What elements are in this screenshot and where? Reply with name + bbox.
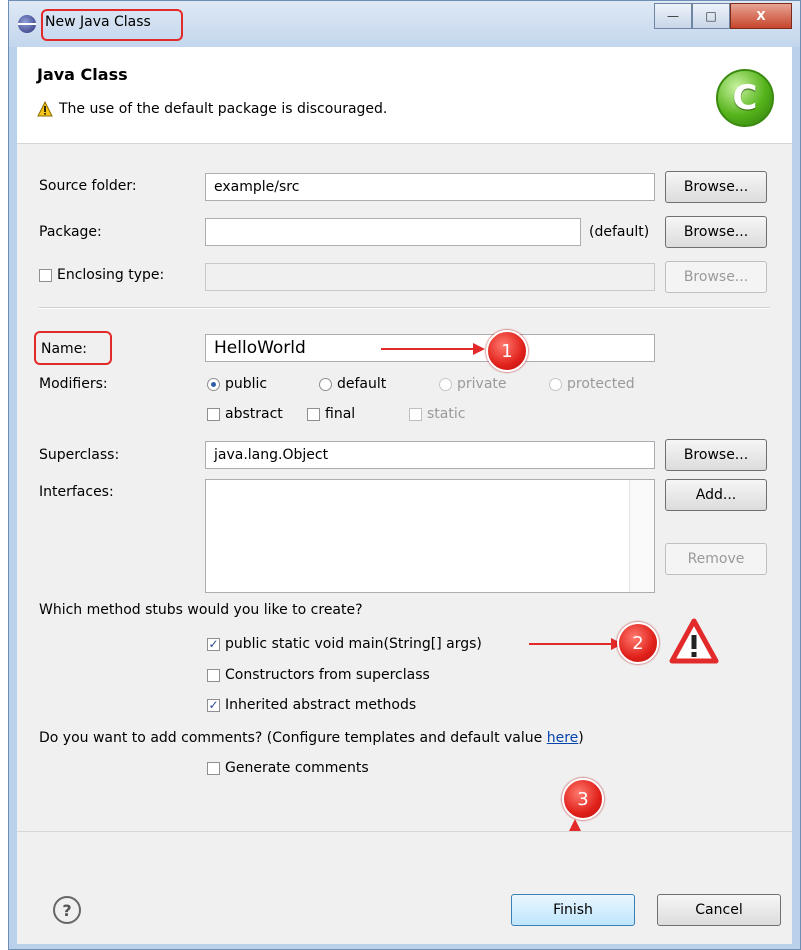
remove-interface-button: Remove: [665, 543, 767, 575]
modifier-abstract-checkbox[interactable]: abstract: [207, 406, 283, 422]
generate-comments-checkbox[interactable]: Generate comments: [207, 760, 369, 776]
dialog-window: New Java Class — □ X Java Class The use …: [8, 0, 801, 950]
radio-protected-dot: [549, 377, 562, 391]
modifier-protected-label: protected: [567, 376, 635, 392]
add-interface-button[interactable]: Add...: [665, 479, 767, 511]
source-folder-browse-button[interactable]: Browse...: [665, 171, 767, 203]
cancel-button[interactable]: Cancel: [657, 894, 781, 926]
modifier-default-radio[interactable]: default: [319, 376, 386, 392]
abstract-box[interactable]: [207, 407, 220, 421]
modifier-protected-radio: protected: [549, 376, 635, 392]
modifier-public-radio[interactable]: public: [207, 376, 267, 392]
main-box[interactable]: ✓: [207, 637, 220, 651]
comments-question-suffix: ): [578, 730, 584, 746]
comments-question: Do you want to add comments? (Configure …: [39, 730, 584, 746]
configure-templates-link[interactable]: here: [547, 730, 579, 746]
modifier-private-radio: private: [439, 376, 507, 392]
java-class-c-icon: C: [716, 69, 774, 127]
superclass-input[interactable]: java.lang.Object: [205, 441, 655, 469]
step-marker-2: 2: [617, 622, 659, 664]
stub-main-label: public static void main(String[] args): [225, 636, 482, 652]
modifier-static-checkbox: static: [409, 406, 465, 422]
enclosing-type-box[interactable]: [39, 268, 52, 282]
superclass-browse-button[interactable]: Browse...: [665, 439, 767, 471]
dialog-footer: ? Finish Cancel: [17, 831, 792, 944]
final-box[interactable]: [307, 407, 320, 421]
superclass-label: Superclass:: [39, 447, 120, 463]
modifier-abstract-label: abstract: [225, 406, 283, 422]
enclosing-type-label: Enclosing type:: [57, 267, 165, 283]
maximize-button[interactable]: □: [692, 3, 730, 29]
stub-constructors-checkbox[interactable]: Constructors from superclass: [207, 667, 430, 683]
package-label: Package:: [39, 224, 102, 240]
source-folder-input[interactable]: example/src: [205, 173, 655, 201]
modifier-final-checkbox[interactable]: final: [307, 406, 355, 422]
close-button[interactable]: X: [730, 3, 792, 29]
separator: [39, 307, 770, 309]
help-icon[interactable]: ?: [53, 896, 81, 924]
interfaces-scrollbar[interactable]: [629, 480, 654, 592]
static-box: [409, 407, 422, 421]
header-message-text: The use of the default package is discou…: [59, 101, 388, 117]
modifier-default-label: default: [337, 376, 387, 392]
package-browse-button[interactable]: Browse...: [665, 216, 767, 248]
step-marker-1: 1: [486, 330, 528, 372]
modifier-final-label: final: [325, 406, 356, 422]
header-message: The use of the default package is discou…: [37, 101, 387, 117]
dialog-header: Java Class The use of the default packag…: [17, 47, 792, 144]
warning-triangle-icon: [669, 618, 719, 664]
stub-inherited-label: Inherited abstract methods: [225, 697, 417, 713]
package-input[interactable]: [205, 218, 581, 246]
stub-constructors-label: Constructors from superclass: [225, 667, 430, 683]
radio-private-dot: [439, 377, 452, 391]
title-highlight-box: [41, 9, 183, 41]
stub-inherited-checkbox[interactable]: ✓ Inherited abstract methods: [207, 697, 416, 713]
minimize-button[interactable]: —: [654, 3, 692, 29]
interfaces-label: Interfaces:: [39, 484, 114, 500]
inherited-box[interactable]: ✓: [207, 698, 220, 712]
generate-comments-label: Generate comments: [225, 760, 369, 776]
window-controls: — □ X: [654, 3, 792, 29]
generate-comments-box[interactable]: [207, 761, 220, 775]
comments-question-prefix: Do you want to add comments? (Configure …: [39, 730, 547, 746]
package-default-label: (default): [589, 224, 650, 240]
constructors-box[interactable]: [207, 668, 220, 682]
eclipse-icon: [18, 15, 36, 33]
enclosing-type-checkbox[interactable]: Enclosing type:: [39, 267, 164, 283]
source-folder-label: Source folder:: [39, 178, 137, 194]
name-highlight-box: [34, 331, 112, 365]
modifiers-label: Modifiers:: [39, 376, 108, 392]
form-area: Source folder: example/src Browse... Pac…: [17, 144, 792, 831]
title-bar: New Java Class — □ X: [9, 1, 800, 47]
radio-public-dot[interactable]: [207, 377, 220, 391]
modifier-public-label: public: [225, 376, 268, 392]
modifier-static-label: static: [427, 406, 466, 422]
radio-default-dot[interactable]: [319, 377, 332, 391]
warning-icon: [37, 101, 53, 117]
stub-main-checkbox[interactable]: ✓ public static void main(String[] args): [207, 636, 482, 652]
page-title: Java Class: [37, 65, 128, 84]
enclosing-type-input: [205, 263, 655, 291]
arrow-to-marker-2: [529, 638, 623, 650]
stubs-question: Which method stubs would you like to cre…: [39, 602, 363, 618]
enclosing-browse-button: Browse...: [665, 261, 767, 293]
step-marker-3: 3: [562, 778, 604, 820]
finish-button[interactable]: Finish: [511, 894, 635, 926]
modifier-private-label: private: [457, 376, 507, 392]
interfaces-list[interactable]: [205, 479, 655, 593]
arrow-to-marker-1: [381, 343, 485, 355]
